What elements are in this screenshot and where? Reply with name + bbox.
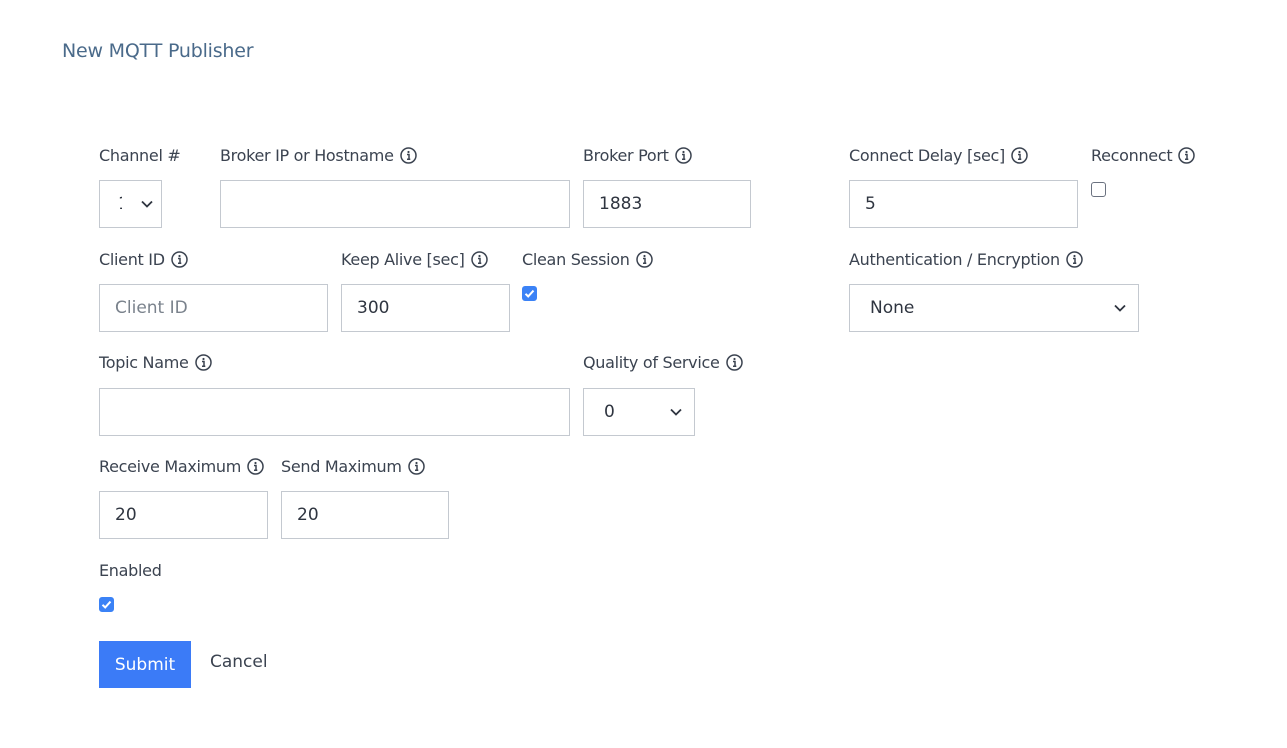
- receive-max-label: Receive Maximum: [99, 457, 264, 476]
- clean-session-label-text: Clean Session: [522, 250, 630, 269]
- cancel-link[interactable]: Cancel: [210, 652, 268, 672]
- client-id-label: Client ID: [99, 250, 188, 269]
- page-title: New MQTT Publisher: [62, 40, 254, 62]
- enabled-label-text: Enabled: [99, 561, 162, 580]
- topic-name-label-text: Topic Name: [99, 353, 189, 372]
- receive-max-input[interactable]: [99, 491, 268, 539]
- reconnect-checkbox[interactable]: [1091, 182, 1106, 197]
- clean-session-checkbox[interactable]: [522, 286, 537, 301]
- keep-alive-input[interactable]: [341, 284, 510, 332]
- info-icon[interactable]: [470, 251, 488, 268]
- connect-delay-input[interactable]: [849, 180, 1078, 228]
- auth-encryption-select[interactable]: None: [849, 284, 1139, 332]
- send-max-label: Send Maximum: [281, 457, 425, 476]
- broker-port-input[interactable]: [583, 180, 751, 228]
- channel-select-value: 1: [118, 194, 122, 214]
- client-id-input[interactable]: [99, 284, 328, 332]
- info-icon[interactable]: [1011, 147, 1028, 164]
- info-icon[interactable]: [407, 458, 425, 475]
- info-icon[interactable]: [635, 251, 653, 268]
- client-id-label-text: Client ID: [99, 250, 165, 269]
- info-icon[interactable]: [171, 251, 188, 268]
- qos-label-text: Quality of Service: [583, 353, 720, 372]
- channel-label: Channel #: [99, 146, 181, 165]
- channel-label-text: Channel #: [99, 146, 181, 165]
- info-icon[interactable]: [194, 354, 212, 371]
- reconnect-label-text: Reconnect: [1091, 146, 1173, 165]
- info-icon[interactable]: [1178, 147, 1196, 164]
- enabled-checkbox[interactable]: [99, 597, 114, 612]
- topic-name-input[interactable]: [99, 388, 570, 436]
- submit-button[interactable]: Submit: [99, 641, 191, 688]
- topic-name-label: Topic Name: [99, 353, 212, 372]
- broker-port-label: Broker Port: [583, 146, 692, 165]
- broker-port-label-text: Broker Port: [583, 146, 669, 165]
- reconnect-label: Reconnect: [1091, 146, 1196, 165]
- broker-host-label-text: Broker IP or Hostname: [220, 146, 394, 165]
- chevron-down-icon: [670, 408, 682, 416]
- receive-max-label-text: Receive Maximum: [99, 457, 242, 476]
- qos-value: 0: [604, 402, 615, 422]
- chevron-down-icon: [141, 200, 153, 208]
- qos-label: Quality of Service: [583, 353, 743, 372]
- info-icon[interactable]: [247, 458, 264, 475]
- clean-session-label: Clean Session: [522, 250, 653, 269]
- check-icon: [101, 600, 112, 609]
- info-icon[interactable]: [674, 147, 692, 164]
- info-icon[interactable]: [725, 354, 743, 371]
- broker-host-label: Broker IP or Hostname: [220, 146, 417, 165]
- send-max-input[interactable]: [281, 491, 449, 539]
- connect-delay-label-text: Connect Delay [sec]: [849, 146, 1005, 165]
- chevron-down-icon: [1114, 304, 1126, 312]
- qos-select[interactable]: 0: [583, 388, 695, 436]
- auth-encryption-label-text: Authentication / Encryption: [849, 250, 1060, 269]
- info-icon[interactable]: [1066, 251, 1083, 268]
- info-icon[interactable]: [399, 147, 417, 164]
- keep-alive-label-text: Keep Alive [sec]: [341, 250, 465, 269]
- channel-select[interactable]: 1: [99, 180, 162, 228]
- broker-host-input[interactable]: [220, 180, 570, 228]
- enabled-label: Enabled: [99, 561, 162, 580]
- keep-alive-label: Keep Alive [sec]: [341, 250, 488, 269]
- send-max-label-text: Send Maximum: [281, 457, 402, 476]
- check-icon: [524, 289, 535, 298]
- auth-encryption-value: None: [870, 298, 915, 318]
- connect-delay-label: Connect Delay [sec]: [849, 146, 1028, 165]
- auth-encryption-label: Authentication / Encryption: [849, 250, 1083, 269]
